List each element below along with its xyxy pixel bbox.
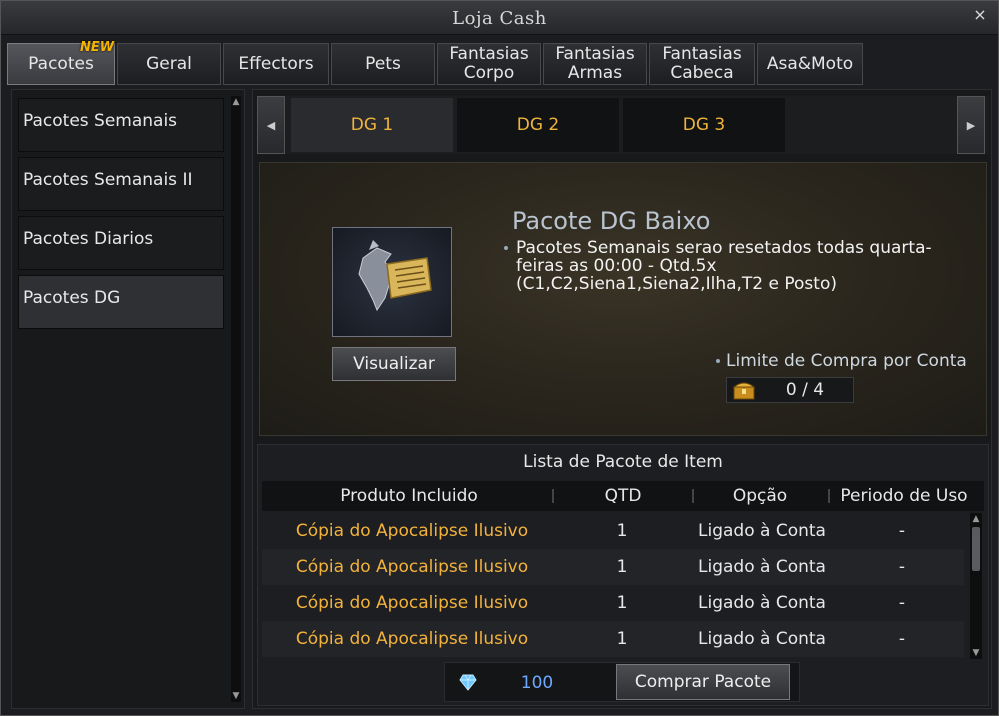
- sidebar-scrollbar[interactable]: ▲ ▼: [231, 96, 241, 702]
- product-period: -: [898, 521, 906, 541]
- package-description: Pacotes Semanais serao resetados todas q…: [516, 238, 932, 294]
- product-qty: 1: [616, 521, 628, 541]
- tab-label: Geral: [146, 53, 192, 74]
- product-option: Ligado à Conta: [698, 629, 826, 649]
- package-sidebar: Pacotes Semanais Pacotes Semanais II Pac…: [11, 89, 245, 709]
- column-divider: [552, 489, 554, 503]
- tab-fantasias-cabeca[interactable]: Fantasias Cabeca: [649, 43, 755, 85]
- product-option: Ligado à Conta: [698, 593, 826, 613]
- tab-label: Pets: [365, 53, 401, 74]
- column-header-qtd: QTD: [604, 486, 642, 506]
- price-value: 100: [520, 673, 554, 693]
- package-description-block: Pacotes Semanais serao resetados todas q…: [504, 238, 936, 294]
- table-row[interactable]: Cópia do Apocalipse Ilusivo 1 Ligado à C…: [262, 513, 964, 549]
- product-name: Cópia do Apocalipse Ilusivo: [295, 521, 529, 541]
- next-arrow-icon[interactable]: ▶: [957, 96, 985, 154]
- table-header: Produto Incluido QTD Opção Periodo de Us…: [262, 481, 984, 511]
- column-divider: [692, 489, 694, 503]
- tab-fantasias-corpo[interactable]: Fantasias Corpo: [437, 43, 541, 85]
- tab-geral[interactable]: Geral: [117, 43, 221, 85]
- title-bar: Loja Cash ×: [1, 1, 998, 35]
- column-header-produto: Produto Incluido: [340, 486, 478, 506]
- window-title: Loja Cash: [452, 8, 547, 29]
- category-tabs: NEW Pacotes Geral Effectors Pets Fantasi…: [7, 40, 997, 85]
- bullet-icon: [716, 359, 720, 363]
- sidebar-item-pacotes-semanais-ii[interactable]: Pacotes Semanais II: [18, 157, 224, 211]
- product-name: Cópia do Apocalipse Ilusivo: [295, 593, 529, 613]
- scroll-up-icon[interactable]: ▲: [971, 513, 981, 525]
- purchase-limit-label: Limite de Compra por Conta: [726, 351, 967, 371]
- tab-label: Fantasias Corpo: [449, 44, 529, 83]
- dragon-scroll-icon: [358, 240, 432, 312]
- tab-label: Pacotes: [28, 53, 94, 74]
- product-period: -: [898, 629, 906, 649]
- prev-arrow-icon[interactable]: ◀: [257, 96, 285, 154]
- subtab-dg2[interactable]: DG 2: [457, 98, 619, 152]
- sidebar-item-pacotes-semanais[interactable]: Pacotes Semanais: [18, 98, 224, 152]
- tab-label: Fantasias Armas: [555, 44, 635, 83]
- table-row[interactable]: Cópia do Apocalipse Ilusivo 1 Ligado à C…: [262, 585, 964, 621]
- dg-subtabs: ◀ DG 1 DG 2 DG 3 ▶: [257, 96, 989, 154]
- tab-effectors[interactable]: Effectors: [223, 43, 329, 85]
- chest-icon: [732, 382, 756, 400]
- product-period: -: [898, 557, 906, 577]
- sidebar-item-pacotes-dg[interactable]: Pacotes DG: [18, 275, 224, 329]
- table-body: Cópia do Apocalipse Ilusivo 1 Ligado à C…: [262, 513, 964, 659]
- scroll-up-icon[interactable]: ▲: [231, 96, 241, 108]
- list-scrollbar[interactable]: ▲ ▼: [970, 513, 982, 659]
- table-row[interactable]: Cópia do Apocalipse Ilusivo 1 Ligado à C…: [262, 549, 964, 585]
- visualizar-button[interactable]: Visualizar: [332, 347, 456, 381]
- bullet-icon: [504, 246, 508, 250]
- tab-label: Effectors: [238, 53, 314, 74]
- product-qty: 1: [616, 557, 628, 577]
- package-thumbnail: [332, 227, 452, 337]
- cash-shop-window: Loja Cash × NEW Pacotes Geral Effectors …: [0, 0, 999, 716]
- package-detail: Visualizar Pacote DG Baixo Pacotes Seman…: [259, 162, 987, 436]
- product-period: -: [898, 593, 906, 613]
- tab-pets[interactable]: Pets: [331, 43, 435, 85]
- product-option: Ligado à Conta: [698, 521, 826, 541]
- table-row[interactable]: Cópia do Apocalipse Ilusivo 1 Ligado à C…: [262, 621, 964, 657]
- new-badge: NEW: [80, 40, 115, 55]
- product-name: Cópia do Apocalipse Ilusivo: [295, 557, 529, 577]
- column-divider: [828, 489, 830, 503]
- buy-package-button[interactable]: Comprar Pacote: [616, 664, 790, 700]
- scroll-down-icon[interactable]: ▼: [231, 690, 241, 702]
- main-panel: ◀ DG 1 DG 2 DG 3 ▶ Visualizar Pacote DG …: [252, 89, 992, 709]
- product-name: Cópia do Apocalipse Ilusivo: [295, 629, 529, 649]
- product-qty: 1: [616, 593, 628, 613]
- scroll-thumb[interactable]: [972, 527, 980, 571]
- gem-icon: [459, 674, 477, 691]
- list-title: Lista de Pacote de Item: [523, 452, 723, 472]
- scroll-down-icon[interactable]: ▼: [971, 647, 981, 659]
- close-icon[interactable]: ×: [970, 5, 990, 25]
- tab-fantasias-armas[interactable]: Fantasias Armas: [543, 43, 647, 85]
- product-qty: 1: [616, 629, 628, 649]
- tab-asa-moto[interactable]: Asa&Moto: [757, 43, 863, 85]
- subtab-dg3[interactable]: DG 3: [623, 98, 785, 152]
- column-header-periodo: Periodo de Uso: [840, 486, 968, 506]
- tab-pacotes[interactable]: NEW Pacotes: [7, 40, 115, 85]
- tab-label: Asa&Moto: [766, 53, 854, 74]
- package-title: Pacote DG Baixo: [512, 207, 711, 235]
- subtab-dg1[interactable]: DG 1: [291, 98, 453, 152]
- tab-label: Fantasias Cabeca: [662, 44, 742, 83]
- column-header-opcao: Opção: [732, 486, 788, 506]
- sidebar-item-pacotes-diarios[interactable]: Pacotes Diarios: [18, 216, 224, 270]
- product-option: Ligado à Conta: [698, 557, 826, 577]
